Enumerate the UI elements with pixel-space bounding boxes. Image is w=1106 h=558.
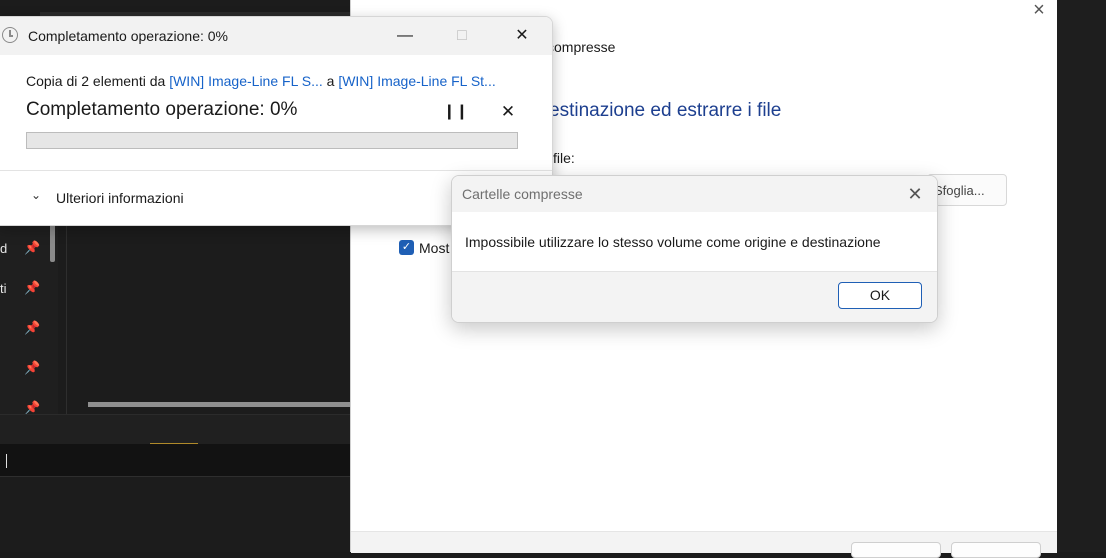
nav-scrollbar-thumb[interactable] (50, 224, 55, 262)
pin-icon: 📌 (24, 240, 41, 255)
text-caret (6, 454, 7, 468)
close-button[interactable]: ✕ (499, 17, 545, 55)
wizard-title: compresse (547, 39, 616, 55)
clock-icon (2, 27, 18, 43)
pinned-item[interactable]: ti 📌 (0, 274, 50, 304)
maximize-button[interactable]: □ (439, 17, 485, 55)
background-desktop-strip (1056, 0, 1106, 552)
error-message: Impossibile utilizzare lo stesso volume … (465, 234, 881, 250)
horizontal-scrollbar-thumb[interactable] (88, 402, 350, 407)
pin-icon: 📌 (24, 320, 41, 335)
copy-mid: a (322, 73, 339, 89)
copy-prefix: Copia di 2 elementi da (26, 73, 170, 89)
explorer-status-bar (0, 414, 350, 445)
divider (0, 170, 552, 171)
pinned-item-label: d (0, 241, 8, 256)
dialog-title: Cartelle compresse (462, 186, 583, 202)
show-files-checkbox-label: Most (419, 240, 450, 256)
error-message-box: Cartelle compresse ✕ Impossibile utilizz… (451, 175, 938, 323)
destination-label: file: (553, 150, 575, 166)
show-files-checkbox[interactable]: ✓ (399, 240, 414, 255)
window-title: Completamento operazione: 0% (28, 28, 229, 44)
chevron-down-icon[interactable]: ⌄ (31, 189, 43, 201)
extract-button[interactable] (851, 542, 941, 558)
close-icon[interactable]: ✕ (902, 183, 928, 205)
address-input[interactable] (0, 444, 350, 477)
copy-description: Copia di 2 elementi da [WIN] Image-Line … (26, 73, 496, 89)
more-info-toggle[interactable]: Ulteriori informazioni (56, 190, 184, 206)
pane-divider[interactable] (66, 224, 67, 414)
pin-icon: 📌 (24, 280, 41, 295)
cancel-copy-button[interactable]: ✕ (499, 101, 517, 123)
wizard-heading: estinazione ed estrarre i file (549, 100, 782, 121)
pin-icon: 📌 (24, 360, 41, 375)
minimize-button[interactable]: — (382, 17, 428, 55)
pause-button[interactable]: ❙❙ (443, 101, 468, 123)
close-icon[interactable]: × (1027, 0, 1051, 20)
pinned-item-label: ti (0, 281, 7, 296)
progress-bar (26, 132, 518, 149)
destination-folder-link[interactable]: [WIN] Image-Line FL St... (338, 73, 495, 89)
pinned-item[interactable]: 📌 (0, 314, 50, 344)
ok-button[interactable]: OK (838, 282, 922, 309)
cancel-button[interactable] (951, 542, 1041, 558)
pinned-item[interactable]: 📌 (0, 354, 50, 384)
source-folder-link[interactable]: [WIN] Image-Line FL S... (169, 73, 323, 89)
title-bar[interactable]: Cartelle compresse ✕ (452, 176, 937, 212)
pinned-item[interactable]: d 📌 (0, 234, 50, 264)
title-bar[interactable]: Completamento operazione: 0% — □ ✕ (0, 17, 552, 55)
progress-title: Completamento operazione: 0% (26, 99, 298, 120)
browse-button[interactable]: Sfoglia... (927, 174, 1007, 206)
